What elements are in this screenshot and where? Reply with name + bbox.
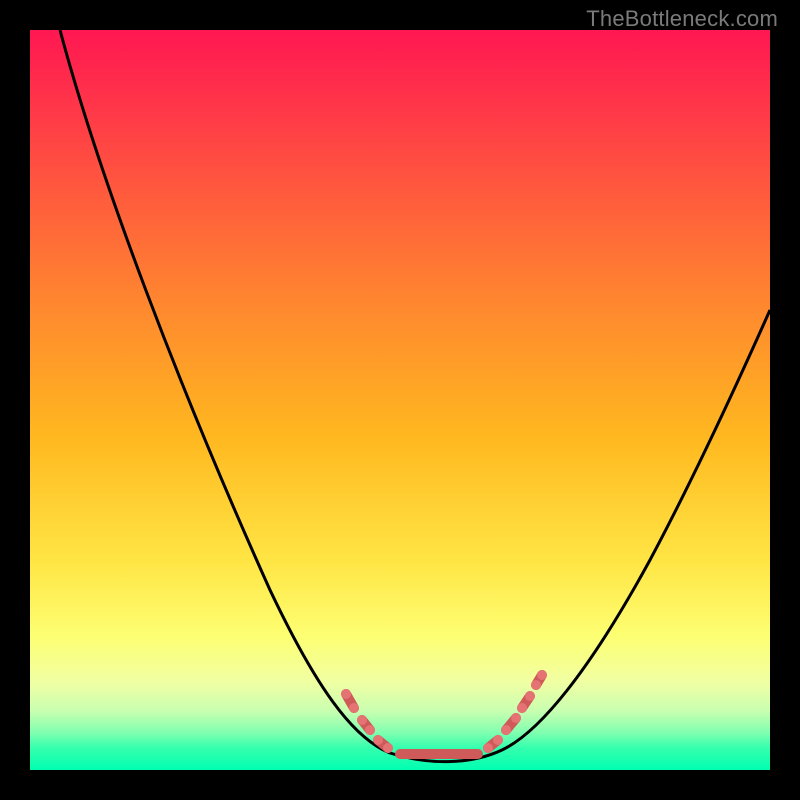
marker-dot [349, 703, 359, 713]
marker-dot [525, 691, 535, 701]
marker-seg [346, 694, 354, 708]
marker-seg [536, 675, 542, 685]
marker-dot [383, 743, 393, 753]
marker-dot [357, 715, 367, 725]
marker-caps [341, 670, 547, 753]
marker-seg [522, 696, 530, 708]
outer-frame: TheBottleneck.com [0, 0, 800, 800]
watermark-text: TheBottleneck.com [586, 6, 778, 32]
marker-dot [483, 743, 493, 753]
marker-group [346, 675, 542, 754]
marker-seg [488, 740, 498, 748]
marker-seg [506, 718, 516, 730]
marker-seg [362, 720, 370, 730]
marker-dot [493, 735, 503, 745]
plot-area [30, 30, 770, 770]
marker-dot [365, 725, 375, 735]
marker-dot [341, 689, 351, 699]
marker-seg [378, 740, 388, 748]
marker-dot [511, 713, 521, 723]
marker-dot [531, 680, 541, 690]
chart-svg [30, 30, 770, 770]
marker-dot [373, 735, 383, 745]
marker-dot [517, 703, 527, 713]
marker-dot [537, 670, 547, 680]
marker-dot [501, 725, 511, 735]
bottleneck-curve [60, 30, 770, 762]
